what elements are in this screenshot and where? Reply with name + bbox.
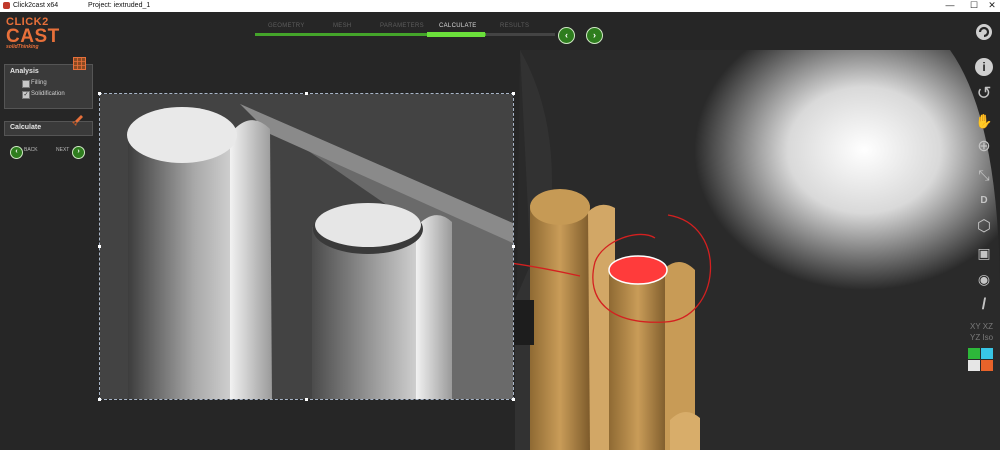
selection-handle[interactable] — [98, 398, 101, 401]
zoomed-render — [100, 94, 513, 399]
workflow-back-button[interactable]: ‹ — [558, 27, 575, 44]
filling-option[interactable]: Filling — [5, 78, 92, 89]
app-logo-icon — [972, 22, 996, 44]
color-swatch-cyan[interactable] — [981, 348, 993, 359]
workflow-next-button[interactable]: › — [586, 27, 603, 44]
workflow-steps: GEOMETRY MESH PARAMETERS CALCULATE RESUL… — [255, 20, 555, 40]
selection-handle[interactable] — [512, 245, 515, 248]
fit-view-icon[interactable]: ⤡ — [972, 164, 996, 186]
color-swatches — [968, 348, 994, 372]
calculate-next-button[interactable]: › — [72, 146, 85, 159]
filling-label: Filling — [31, 80, 47, 86]
selection-handle[interactable] — [305, 398, 308, 401]
step-mesh[interactable]: MESH — [333, 23, 352, 29]
selection-handle[interactable] — [98, 92, 101, 95]
step-results[interactable]: RESULTS — [500, 23, 529, 29]
axis-view-row1[interactable]: XY XZ — [970, 322, 993, 331]
logo-line2: CAST — [6, 25, 60, 47]
color-swatch-orange[interactable] — [981, 360, 993, 371]
pan-hand-icon[interactable]: ✋ — [972, 110, 996, 132]
click2cast-logo: CLICK2 CAST solidThinking — [6, 17, 60, 50]
camera-icon[interactable]: ◉ — [972, 268, 996, 290]
workflow-progress-track — [255, 32, 555, 37]
analysis-panel: Analysis Filling ✓ Solidification — [4, 57, 93, 109]
step-geometry[interactable]: GEOMETRY — [268, 23, 305, 29]
selection-handle[interactable] — [512, 398, 515, 401]
calculate-panel: Calculate — [4, 115, 93, 136]
workflow-active-segment — [427, 32, 485, 37]
rocket-icon[interactable] — [71, 114, 84, 127]
view-cube-icon[interactable]: ⬡ — [972, 216, 996, 238]
info-icon[interactable]: i — [975, 58, 993, 76]
step-parameters[interactable]: PARAMETERS — [380, 23, 424, 29]
back-label: BACK — [24, 147, 38, 153]
color-swatch-white[interactable] — [968, 360, 980, 371]
selection-handle[interactable] — [305, 92, 308, 95]
solidification-checkbox[interactable]: ✓ — [22, 91, 30, 99]
save-icon[interactable]: ▣ — [972, 242, 996, 264]
filling-checkbox[interactable] — [22, 80, 30, 88]
dimension-icon[interactable]: D — [972, 190, 996, 212]
zoom-inset — [99, 93, 514, 400]
rotate-icon[interactable]: ↺ — [972, 82, 996, 104]
probe-icon[interactable]: / — [972, 294, 996, 316]
selection-handle[interactable] — [98, 245, 101, 248]
3d-viewport[interactable] — [0, 0, 1000, 450]
step-calculate[interactable]: CALCULATE — [439, 23, 477, 29]
solidification-label: Solidification — [31, 91, 65, 97]
axis-view-row2[interactable]: YZ Iso — [970, 333, 993, 342]
calculate-back-button[interactable]: ‹ — [10, 146, 23, 159]
color-swatch-green[interactable] — [968, 348, 980, 359]
selection-handle[interactable] — [512, 92, 515, 95]
solidification-option[interactable]: ✓ Solidification — [5, 89, 92, 100]
calendar-grid-icon[interactable] — [73, 57, 86, 70]
next-label: NEXT — [56, 147, 70, 153]
zoom-icon[interactable]: ⊕ — [972, 136, 996, 158]
